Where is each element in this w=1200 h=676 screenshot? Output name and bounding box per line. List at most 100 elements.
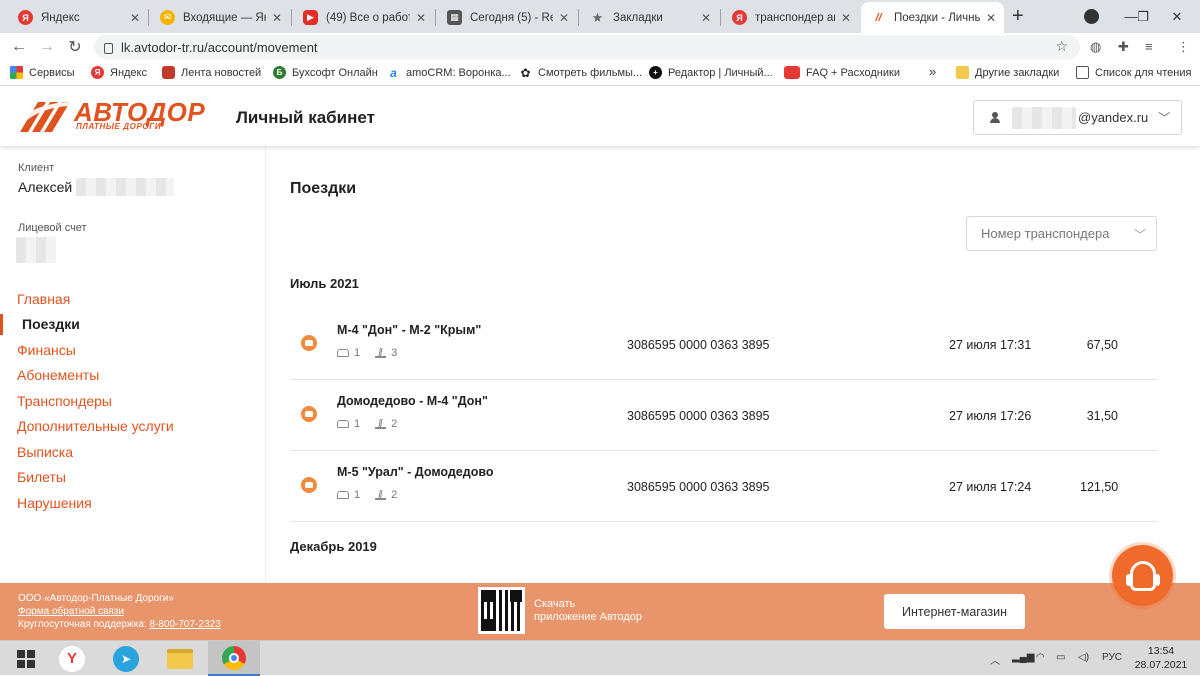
close-icon[interactable]: ✕ [986,11,996,25]
bookmark-yandex[interactable]: Я Яндекс [91,66,147,79]
language-indicator[interactable]: РУС [1102,652,1122,663]
trip-sections: 3 [391,347,398,359]
road-icon [375,490,387,500]
close-icon[interactable]: ✕ [130,11,140,25]
sidebar-item-trips[interactable]: Поездки [0,312,266,338]
faq-icon [784,66,800,79]
trip-vehicles: 1 [354,418,361,430]
account-dropdown[interactable]: @yandex.ru ﹀ [973,100,1182,135]
menu-dots-icon[interactable]: ⋮ [1177,39,1190,55]
tab-yandex-search[interactable]: Я транспондер автодор ✕ [722,2,859,33]
start-button[interactable] [0,641,52,676]
volume-icon[interactable]: ◁) [1078,652,1089,663]
account-email: @yandex.ru [1078,110,1149,125]
main-content: Поездки Номер транспондера ﹀ Июль 2021 М… [266,146,1200,583]
forward-icon[interactable]: → [36,37,58,57]
bookmark-label: Сервисы [29,66,75,79]
trip-row[interactable]: М-5 "Урал" - Домодедово 1 2 3086595 0000… [290,451,1158,522]
telegram-icon: ➤ [113,645,139,672]
tab-mail[interactable]: ✉ Входящие — Яндекс ✕ [150,2,290,33]
sidebar-item-extra-services[interactable]: Дополнительные услуги [0,414,266,440]
sidebar-item-transponders[interactable]: Транспондеры [0,388,266,414]
network-icon[interactable]: ▂▄▆ [1012,652,1034,663]
taskbar-yandex-browser[interactable]: Y [46,641,98,676]
new-tab-button[interactable]: + [1012,5,1024,28]
tray-expand-icon[interactable]: ︿ [990,652,1000,667]
tab-yandex[interactable]: Я Яндекс ✕ [8,2,148,33]
clock-time: 13:54 [1147,645,1175,657]
back-icon[interactable]: ← [8,37,30,57]
close-icon[interactable]: ✕ [416,11,426,25]
film-icon: ✿ [520,65,531,80]
bookmark-editor[interactable]: + Редактор | Личный... [649,66,773,79]
bookmark-star-icon[interactable]: ☆ [1055,38,1068,55]
trip-sum: 121,50 [1080,480,1119,494]
trip-vehicles: 1 [354,489,361,501]
media-icon[interactable]: ≡ [1145,39,1153,54]
sidebar-item-violations[interactable]: Нарушения [0,490,266,516]
support-chat-button[interactable] [1112,545,1173,606]
tab-avtodor-trips[interactable]: // Поездки - Личный кабинет ✕ [861,2,1004,33]
folder-icon [956,66,969,79]
taskbar-clock[interactable]: 13:54 28.07.2021 [1134,644,1188,672]
apps-icon [10,66,23,79]
transponder-select[interactable]: Номер транспондера ﹀ [966,216,1157,251]
month-heading: Декабрь 2019 [290,539,377,554]
close-icon[interactable]: ✕ [841,11,851,25]
bookmark-amocrm[interactable]: a amoCRM: Воронка... [387,66,511,80]
car-badge-icon [301,406,317,422]
close-icon[interactable]: ✕ [272,11,282,25]
app-download-text[interactable]: Скачать приложение Автодор [534,598,642,624]
sidebar-item-subscriptions[interactable]: Абонементы [0,363,266,389]
trip-row[interactable]: М-4 "Дон" - М-2 "Крым" 1 3 3086595 0000 … [290,309,1158,380]
taskbar-chrome[interactable] [208,641,260,676]
tab-remember-the-milk[interactable]: ▦ Сегодня (5) - Remember The Milk ✕ [437,2,577,33]
editor-icon: + [649,66,662,79]
bookmark-label: Другие закладки [975,66,1060,79]
trip-transponder: 3086595 0000 0363 3895 [627,338,770,352]
road-icon [375,348,387,358]
close-icon[interactable]: ✕ [559,11,569,25]
bookmark-services[interactable]: Сервисы [10,66,75,79]
trip-row[interactable]: Домодедово - М-4 "Дон" 1 2 3086595 0000 … [290,380,1158,451]
yandex-browser-icon: Y [59,645,85,672]
bookmark-buhsoft[interactable]: Б Бухсофт Онлайн [273,66,378,79]
taskbar-file-explorer[interactable] [154,641,206,676]
bookmark-faq[interactable]: FAQ + Расходники [784,66,900,79]
support-phone-link[interactable]: 8-800-707-2323 [149,619,220,630]
sidebar-item-main[interactable]: Главная [0,286,266,312]
tab-youtube[interactable]: ▶ (49) Все о работе ✕ [293,2,434,33]
client-first-name: Алексей [18,179,73,195]
close-icon[interactable]: ✕ [701,11,711,25]
feedback-link[interactable]: Форма обратной связи [18,606,124,617]
sidebar-item-statement[interactable]: Выписка [0,439,266,465]
reading-list-icon [1076,66,1089,79]
globe-extension-icon[interactable]: ◍ [1090,39,1101,55]
sidebar-item-tickets[interactable]: Билеты [0,465,266,491]
avtodor-logo[interactable]: АВТОДОР ПЛАТНЫЕ ДОРОГИ [16,97,212,133]
reload-icon[interactable]: ↻ [64,37,86,57]
site-header: АВТОДОР ПЛАТНЫЕ ДОРОГИ Личный кабинет @y… [0,86,1200,146]
sidebar-item-finance[interactable]: Финансы [0,337,266,363]
taskbar-telegram[interactable]: ➤ [100,641,152,676]
tab-bookmarks[interactable]: ★ Закладки ✕ [580,2,719,33]
online-shop-button[interactable]: Интернет-магазин [884,594,1025,629]
window-close-icon[interactable]: ✕ [1154,0,1200,33]
bookmark-other[interactable]: Другие закладки [956,66,1059,79]
url-input[interactable]: lk.avtodor-tr.ru/account/movement ☆ [94,35,1080,59]
bookmark-films[interactable]: ✿ Смотреть фильмы... [519,65,642,80]
car-icon [337,349,349,357]
restore-icon[interactable]: ❐ [1131,0,1155,33]
wifi-icon[interactable]: ◠ [1036,652,1045,663]
battery-icon[interactable]: ▭ [1056,652,1065,663]
windows-taskbar: Y ➤ ︿ ▂▄▆ ◠ ▭ ◁) РУС 13:54 28.07.2021 [0,640,1200,676]
bookmark-news[interactable]: Лента новостей [162,66,261,79]
sidebar: Клиент Алексей Лицевой счет Главная Поез… [0,146,266,583]
bookmark-reading-list[interactable]: Список для чтения [1076,66,1191,79]
extensions-puzzle-icon[interactable]: ✚ [1118,39,1129,55]
tab-search-icon[interactable] [1084,9,1099,24]
bookmark-label: Редактор | Личный... [668,66,773,79]
star-icon: ★ [591,9,604,25]
bookmarks-overflow[interactable]: » [929,64,936,79]
chevron-down-icon: ﹀ [1133,228,1146,242]
